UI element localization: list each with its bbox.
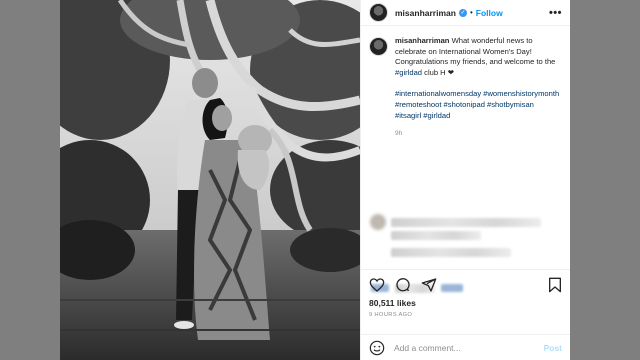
post-actions: 80,511 likes 9 HOURS AGO	[361, 269, 570, 334]
comment-icon[interactable]	[395, 277, 411, 293]
photo-image	[60, 0, 360, 360]
post-header: misanharriman ✓ • Follow •••	[361, 0, 570, 26]
post-caption: misanharriman What wonderful news to cel…	[369, 36, 562, 140]
likes-count[interactable]: 80,511 likes	[369, 298, 562, 308]
heart-icon[interactable]	[369, 277, 385, 293]
caption-end: club H ❤	[422, 67, 455, 77]
caption-text: misanharriman What wonderful news to cel…	[395, 36, 562, 140]
post-modal: misanharriman ✓ • Follow ••• misanharrim…	[60, 0, 570, 360]
blurred-comment	[391, 231, 481, 240]
caption-username[interactable]: misanharriman	[395, 36, 449, 45]
more-options-icon[interactable]: •••	[549, 7, 562, 19]
caption-time: 9h	[395, 130, 403, 138]
bookmark-icon[interactable]	[548, 277, 562, 293]
post-timestamp[interactable]: 9 HOURS AGO	[369, 312, 562, 318]
blurred-comment	[391, 248, 511, 257]
add-comment-input[interactable]: Add a comment...	[394, 343, 544, 353]
follow-button[interactable]: Follow	[476, 8, 503, 18]
blurred-comment	[391, 218, 541, 227]
separator-dot: •	[469, 8, 473, 17]
add-comment-bar: Add a comment... Post	[361, 334, 570, 360]
hashtag-list[interactable]: #internationalwomensday #womenshistorymo…	[395, 89, 562, 121]
avatar[interactable]	[369, 3, 388, 22]
share-icon[interactable]	[421, 277, 437, 293]
post-button[interactable]: Post	[544, 343, 562, 353]
comments-section[interactable]: misanharriman What wonderful news to cel…	[361, 26, 570, 293]
post-details-panel: misanharriman ✓ • Follow ••• misanharrim…	[360, 0, 570, 360]
verified-icon: ✓	[458, 8, 467, 17]
caption-avatar[interactable]	[369, 37, 388, 56]
hashtag-link[interactable]: #girldad	[395, 68, 422, 77]
username-link[interactable]: misanharriman	[395, 8, 456, 18]
blurred-comment-avatar	[370, 214, 386, 230]
post-photo[interactable]	[60, 0, 360, 360]
action-icons	[369, 276, 562, 294]
emoji-icon[interactable]	[369, 340, 385, 356]
